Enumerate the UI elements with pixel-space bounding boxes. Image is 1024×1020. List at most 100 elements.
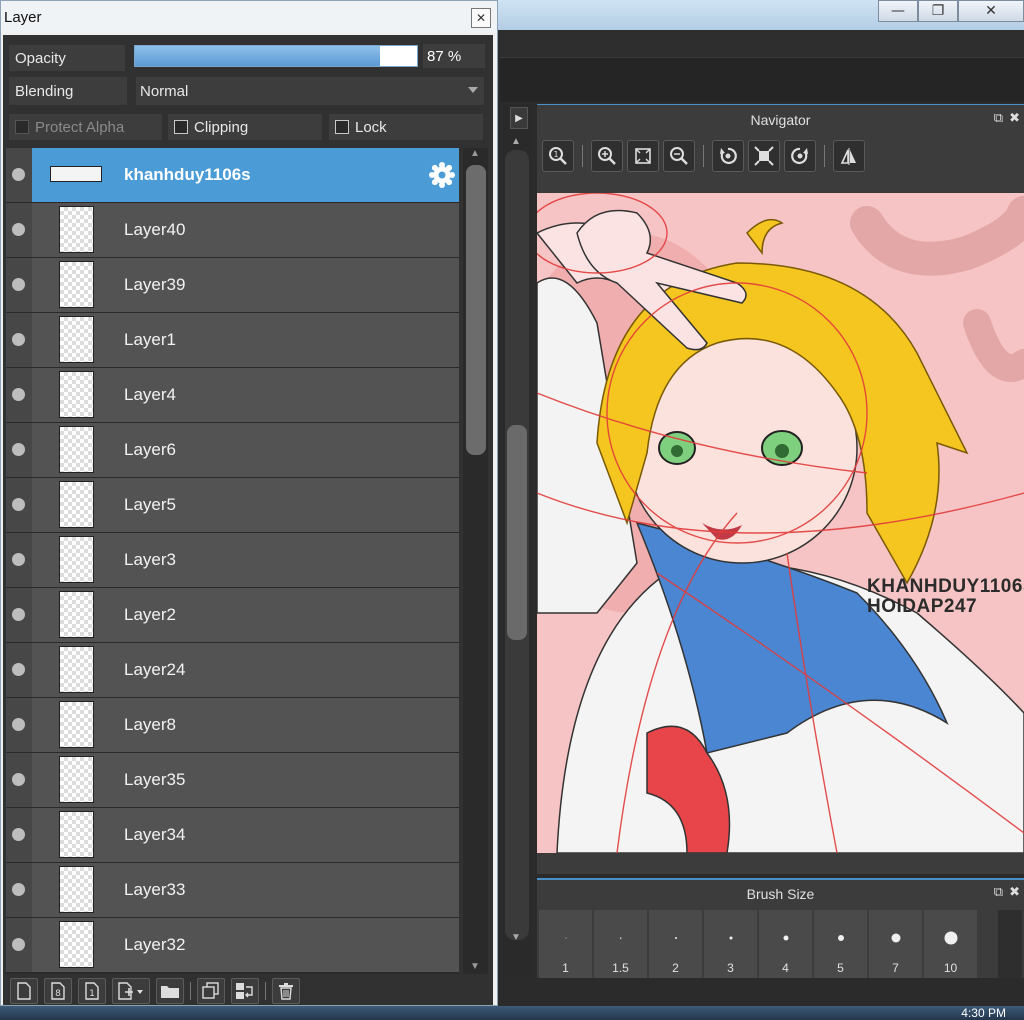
visibility-toggle[interactable] (6, 533, 32, 587)
popout-icon[interactable]: ⧉ (994, 885, 1003, 900)
visibility-toggle[interactable] (6, 863, 32, 917)
layer-titlebar[interactable]: Layer ✕ (1, 1, 497, 33)
gear-icon[interactable] (429, 162, 455, 188)
visibility-toggle[interactable] (6, 368, 32, 422)
brush-size-option[interactable]: 1.5 (594, 910, 647, 978)
layer-row[interactable]: Layer34 (6, 808, 459, 862)
visibility-toggle[interactable] (6, 478, 32, 532)
brush-size-option[interactable]: 3 (704, 910, 757, 978)
new-1bit-layer-button[interactable]: 1 (78, 978, 106, 1004)
layer-row[interactable]: Layer6 (6, 423, 459, 477)
new-8bit-layer-button[interactable]: 8 (44, 978, 72, 1004)
brush-size-option[interactable]: 4 (759, 910, 812, 978)
scroll-up-icon[interactable]: ▲ (470, 148, 480, 159)
add-layer-menu-button[interactable] (112, 978, 150, 1004)
brush-dot-icon (565, 937, 566, 939)
brush-size-label: 1 (562, 961, 569, 975)
lock-label: Lock (355, 118, 387, 136)
visibility-toggle[interactable] (6, 313, 32, 367)
layer-row[interactable]: Layer4 (6, 368, 459, 422)
visibility-toggle[interactable] (6, 643, 32, 697)
close-icon[interactable]: ✕ (958, 0, 1024, 22)
restore-icon[interactable]: ❐ (918, 0, 958, 22)
visibility-toggle[interactable] (6, 203, 32, 257)
scroll-down-icon[interactable]: ▼ (470, 961, 480, 972)
layer-row[interactable]: Layer2 (6, 588, 459, 642)
protect-alpha-checkbox[interactable]: Protect Alpha (9, 114, 162, 140)
canvas-watermark: KHANHDUY1106S HOIDAP247 (867, 577, 1024, 617)
zoom-in-button[interactable] (591, 140, 623, 172)
rotate-right-button[interactable] (784, 140, 816, 172)
layer-thumbnail (59, 701, 94, 748)
brush-size-label: 4 (782, 961, 789, 975)
visibility-toggle[interactable] (6, 423, 32, 477)
blending-select[interactable]: Normal (136, 77, 484, 105)
layer-row[interactable]: Layer35 (6, 753, 459, 807)
layer-row[interactable]: Layer1 (6, 313, 459, 367)
new-folder-button[interactable] (156, 978, 184, 1004)
visibility-toggle[interactable] (6, 588, 32, 642)
navigator-title: Navigator (537, 105, 1024, 135)
eye-icon (12, 168, 25, 181)
zoom-actual-button[interactable]: 1 (542, 140, 574, 172)
watermark-line-1: KHANHDUY1106S (867, 576, 1024, 597)
visibility-toggle[interactable] (6, 698, 32, 752)
layer-row[interactable]: Layer24 (6, 643, 459, 697)
opacity-slider[interactable] (134, 45, 418, 67)
navigator-canvas[interactable]: KHANHDUY1106S HOIDAP247 (537, 193, 1024, 853)
brush-size-option[interactable]: 7 (869, 910, 922, 978)
brush-size-option[interactable]: 10 (924, 910, 977, 978)
layer-row[interactable]: Layer3 (6, 533, 459, 587)
visibility-toggle[interactable] (6, 148, 32, 202)
flip-horizontal-button[interactable] (833, 140, 865, 172)
checkbox-icon (174, 120, 188, 134)
layer-scrollbar[interactable]: ▲ ▼ (463, 148, 488, 974)
visibility-toggle[interactable] (6, 918, 32, 972)
duplicate-layer-button[interactable] (197, 978, 225, 1004)
clipping-checkbox[interactable]: Clipping (168, 114, 322, 140)
brush-scrollbar[interactable] (998, 910, 1022, 978)
toolbar-separator (824, 145, 825, 167)
scroll-up-icon[interactable]: ▲ (510, 136, 522, 147)
layer-row[interactable]: Layer40 (6, 203, 459, 257)
new-layer-button[interactable] (10, 978, 38, 1004)
layer-row[interactable]: Layer8 (6, 698, 459, 752)
panel-close-icon[interactable]: ✖ (1009, 885, 1020, 900)
visibility-toggle[interactable] (6, 753, 32, 807)
layer-row[interactable]: Layer33 (6, 863, 459, 917)
eye-icon (12, 278, 25, 291)
layer-scroll-thumb[interactable] (466, 165, 486, 455)
zoom-out-button[interactable] (663, 140, 695, 172)
layer-row[interactable]: Layer39 (6, 258, 459, 312)
fit-window-button[interactable] (627, 140, 659, 172)
visibility-toggle[interactable] (6, 258, 32, 312)
brush-size-option[interactable]: 1 (539, 910, 592, 978)
navigator-panel-icons: ⧉ ✖ (994, 111, 1020, 126)
side-scroll-thumb[interactable] (507, 425, 527, 640)
brush-size-option[interactable]: 2 (649, 910, 702, 978)
collapse-arrow-icon[interactable]: ▶ (510, 107, 528, 129)
svg-text:1: 1 (553, 150, 558, 159)
layer-row[interactable]: Layer5 (6, 478, 459, 532)
layer-thumbnail (59, 921, 94, 968)
merge-down-button[interactable] (231, 978, 259, 1004)
layer-row[interactable]: khanhduy1106s (6, 148, 459, 202)
reset-view-button[interactable] (748, 140, 780, 172)
lock-checkbox[interactable]: Lock (329, 114, 483, 140)
brush-size-option[interactable]: 5 (814, 910, 867, 978)
layer-row[interactable]: Layer32 (6, 918, 459, 972)
rotate-left-button[interactable] (712, 140, 744, 172)
minimize-icon[interactable]: — (878, 0, 918, 22)
visibility-toggle[interactable] (6, 808, 32, 862)
delete-layer-button[interactable] (272, 978, 300, 1004)
main-window-controls: — ❐ ✕ (878, 0, 1024, 24)
eye-icon (12, 553, 25, 566)
blending-value: Normal (140, 82, 189, 100)
panel-close-icon[interactable]: ✖ (1009, 111, 1020, 126)
scroll-down-icon[interactable]: ▼ (510, 932, 522, 943)
layer-name: Layer6 (124, 440, 176, 459)
layer-close-icon[interactable]: ✕ (471, 8, 491, 28)
layer-toolbar: 8 1 (6, 976, 488, 1006)
popout-icon[interactable]: ⧉ (994, 111, 1003, 126)
opacity-value[interactable]: 87 % (423, 44, 485, 68)
